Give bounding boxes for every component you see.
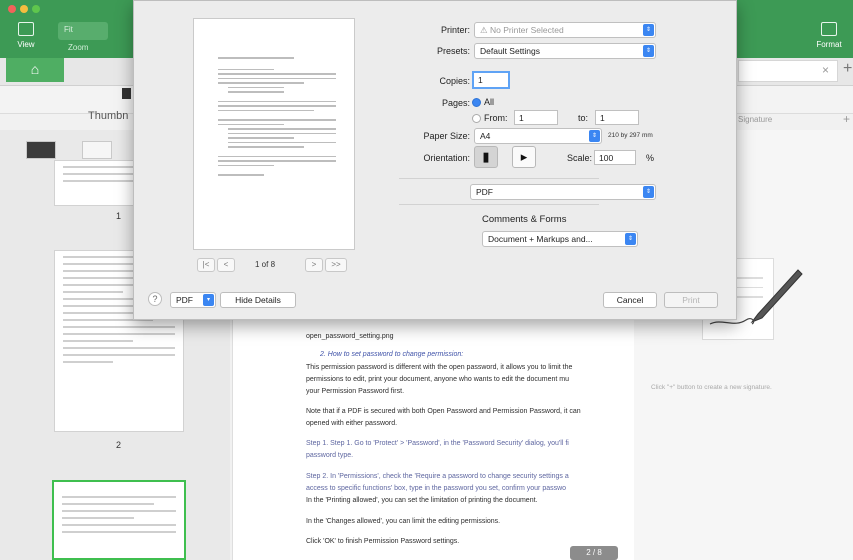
orientation-label: Orientation: bbox=[423, 153, 470, 163]
paper-size-label: Paper Size: bbox=[423, 131, 470, 141]
cancel-button[interactable]: Cancel bbox=[603, 292, 657, 308]
presets-select[interactable]: Default Settings ⇕ bbox=[474, 43, 656, 59]
first-page-button[interactable]: |< bbox=[197, 258, 215, 272]
portrait-button[interactable]: ▮ bbox=[474, 146, 498, 168]
single-view-button[interactable] bbox=[82, 141, 112, 159]
comments-forms-value: Document + Markups and... bbox=[488, 234, 593, 244]
preview-page-text: 1 of 8 bbox=[255, 260, 276, 269]
portrait-icon: ▮ bbox=[482, 149, 490, 164]
paper-dimensions: 210 by 297 mm bbox=[608, 132, 653, 139]
doc-line: opened with either password. bbox=[306, 420, 398, 427]
zoom-window-icon[interactable] bbox=[32, 5, 40, 13]
popup-arrows-icon: ⇕ bbox=[643, 45, 654, 57]
doc-heading: 2. How to set password to change permiss… bbox=[320, 351, 464, 358]
new-tab-icon[interactable]: + bbox=[843, 60, 852, 78]
doc-line: In the 'Printing allowed', you can set t… bbox=[306, 497, 538, 504]
landscape-icon: ▸ bbox=[520, 149, 528, 164]
thumbnail-page-number: 1 bbox=[116, 211, 122, 221]
printer-select[interactable]: ⚠ No Printer Selected ⇕ bbox=[474, 22, 656, 38]
format-label: Format bbox=[816, 40, 842, 49]
presets-label: Presets: bbox=[436, 46, 470, 56]
doc-line: This permission password is different wi… bbox=[306, 364, 573, 371]
doc-line: Click 'OK' to finish Permission Password… bbox=[306, 538, 460, 545]
popup-arrow-icon: ▾ bbox=[203, 294, 214, 306]
pages-from-label: From: bbox=[484, 113, 508, 123]
doc-line: Step 1. Step 1. Go to 'Protect' > 'Passw… bbox=[306, 440, 569, 447]
preview-pager: |< < 1 of 8 > >> bbox=[193, 258, 355, 274]
add-signature-icon[interactable]: + bbox=[843, 112, 850, 126]
print-button[interactable]: Print bbox=[664, 292, 718, 308]
hide-details-button[interactable]: Hide Details bbox=[220, 292, 296, 308]
comments-forms-select[interactable]: Document + Markups and... ⇕ bbox=[482, 231, 638, 247]
app-section-value: PDF bbox=[476, 187, 493, 197]
sidebar-icon bbox=[18, 22, 34, 36]
popup-arrows-icon: ⇕ bbox=[643, 24, 654, 36]
pages-all-radio[interactable] bbox=[472, 98, 481, 107]
pages-range-radio[interactable] bbox=[472, 114, 481, 123]
grid-view-button[interactable] bbox=[26, 141, 56, 159]
pages-label: Pages: bbox=[441, 98, 470, 108]
copies-field[interactable]: 1 bbox=[472, 71, 510, 89]
copies-label: Copies: bbox=[439, 76, 470, 86]
view-button[interactable]: View bbox=[14, 22, 38, 49]
doc-line: access to specific functions' box, type … bbox=[306, 485, 567, 492]
print-preview bbox=[193, 18, 355, 250]
format-icon bbox=[821, 22, 837, 36]
clear-search-icon[interactable]: × bbox=[822, 63, 829, 77]
popup-arrows-icon: ⇕ bbox=[643, 186, 654, 198]
page-thumbnail-3[interactable] bbox=[52, 480, 186, 560]
pdf-menu-button[interactable]: PDF ▾ bbox=[170, 292, 216, 308]
doc-line: In the 'Changes allowed', you can limit … bbox=[306, 518, 501, 525]
view-label: View bbox=[17, 40, 35, 49]
zoom-select[interactable]: Fit bbox=[58, 22, 108, 40]
paper-size-select[interactable]: A4 ⇕ bbox=[474, 128, 602, 144]
document-icon bbox=[122, 88, 131, 99]
last-page-button[interactable]: >> bbox=[325, 258, 347, 272]
prev-page-button[interactable]: < bbox=[217, 258, 235, 272]
signature-hint: Click "+" button to create a new signatu… bbox=[651, 384, 772, 391]
page-indicator: 2 / 8 bbox=[570, 546, 618, 560]
home-tab[interactable]: ⌂ bbox=[6, 58, 64, 82]
landscape-button[interactable]: ▸ bbox=[512, 146, 536, 168]
doc-line: Note that if a PDF is secured with both … bbox=[306, 408, 581, 415]
divider bbox=[399, 204, 599, 205]
paper-size-value: A4 bbox=[480, 131, 491, 141]
home-icon: ⌂ bbox=[30, 61, 40, 77]
pages-all-label: All bbox=[484, 97, 495, 107]
pages-to-label: to: bbox=[578, 113, 589, 123]
signature-panel-title: Signature bbox=[738, 115, 773, 124]
scale-unit: % bbox=[646, 153, 655, 163]
pdf-button-label: PDF bbox=[176, 295, 193, 305]
divider bbox=[399, 178, 599, 179]
app-section-select[interactable]: PDF ⇕ bbox=[470, 184, 656, 200]
next-page-button[interactable]: > bbox=[305, 258, 323, 272]
comments-forms-label: Comments & Forms bbox=[482, 214, 567, 225]
popup-arrows-icon: ⇕ bbox=[589, 130, 600, 142]
doc-line: permissions to edit, print your document… bbox=[306, 376, 570, 383]
pages-from-field[interactable]: 1 bbox=[514, 110, 558, 125]
minimize-window-icon[interactable] bbox=[20, 5, 28, 13]
printer-value: ⚠ No Printer Selected bbox=[480, 25, 564, 35]
thumbnails-title: Thumbn bbox=[88, 110, 129, 122]
help-button[interactable]: ? bbox=[148, 292, 162, 306]
doc-line: open_password_setting.png bbox=[306, 333, 394, 340]
pages-to-field[interactable]: 1 bbox=[595, 110, 639, 125]
close-window-icon[interactable] bbox=[8, 5, 16, 13]
doc-line: Step 2. In 'Permissions', check the 'Req… bbox=[306, 473, 569, 480]
printer-label: Printer: bbox=[440, 25, 470, 35]
presets-value: Default Settings bbox=[480, 46, 541, 56]
zoom-label: Zoom bbox=[68, 43, 89, 52]
scale-label: Scale: bbox=[566, 153, 592, 163]
doc-line: your Permission Password first. bbox=[306, 388, 405, 395]
thumbnail-page-number: 2 bbox=[116, 440, 122, 450]
format-button[interactable]: Format bbox=[815, 22, 843, 49]
scale-field[interactable]: 100 bbox=[594, 150, 636, 165]
popup-arrows-icon: ⇕ bbox=[625, 233, 636, 245]
doc-line: password type. bbox=[306, 452, 354, 459]
